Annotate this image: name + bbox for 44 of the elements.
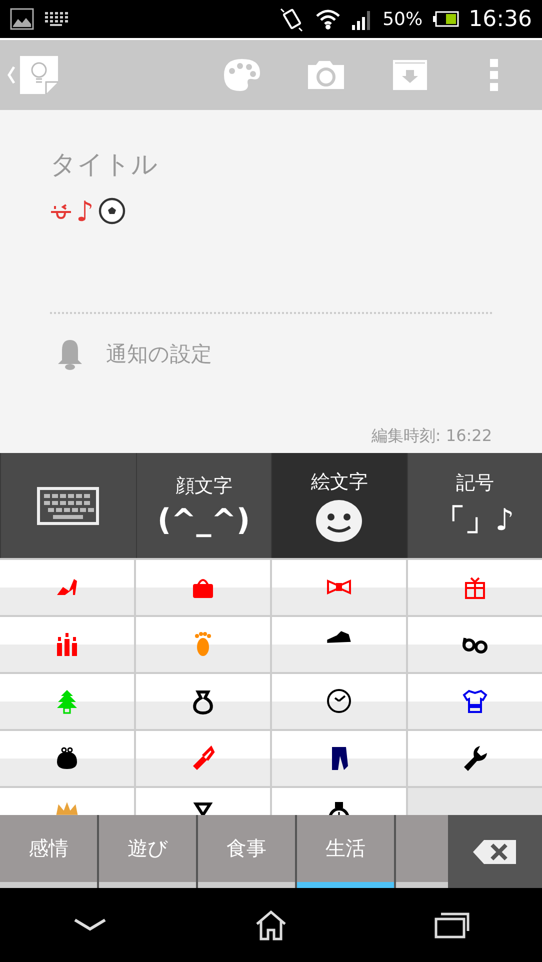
keyboard-icon bbox=[44, 12, 68, 26]
category-tab[interactable]: 遊び bbox=[99, 815, 198, 888]
emoji-key[interactable] bbox=[408, 731, 542, 786]
tab-label: 記号 bbox=[456, 471, 494, 496]
vibrate-icon bbox=[278, 6, 305, 32]
tab-glyph: (^_^) bbox=[157, 503, 250, 538]
camera-icon bbox=[306, 59, 346, 91]
category-tab[interactable]: 感情 bbox=[0, 815, 99, 888]
image-icon bbox=[10, 8, 34, 30]
clock-time: 16:36 bbox=[468, 6, 532, 32]
emoji-key[interactable] bbox=[0, 731, 134, 786]
note-lightbulb-icon bbox=[18, 54, 60, 96]
home-icon bbox=[254, 909, 288, 941]
music-note-text: ♪ bbox=[76, 194, 94, 228]
chevron-down-icon bbox=[73, 918, 108, 932]
backspace-icon bbox=[472, 838, 518, 866]
tab-label: 絵文字 bbox=[310, 470, 368, 494]
keyboard-icon bbox=[37, 486, 100, 524]
chevron-left-icon bbox=[6, 65, 16, 85]
palette-icon bbox=[222, 57, 262, 93]
input-mode-tab[interactable]: 絵文字 bbox=[271, 453, 406, 558]
signal-icon bbox=[350, 8, 373, 30]
title-field[interactable]: タイトル bbox=[50, 150, 350, 180]
archive-icon bbox=[391, 58, 429, 92]
category-tab[interactable]: 生活 bbox=[297, 815, 396, 888]
bell-icon bbox=[56, 338, 84, 370]
emoji-key[interactable] bbox=[272, 731, 406, 786]
emoji-key[interactable] bbox=[136, 674, 270, 729]
wifi-icon bbox=[314, 8, 341, 30]
emoji-key[interactable] bbox=[272, 674, 406, 729]
emoji-key[interactable] bbox=[408, 617, 542, 672]
smiley-icon bbox=[315, 498, 364, 542]
menu-icon bbox=[490, 59, 498, 91]
tab-glyph: 「」♪ bbox=[435, 502, 514, 540]
category-tab[interactable]: 食事 bbox=[198, 815, 297, 888]
tab-label: 顔文字 bbox=[175, 474, 232, 499]
battery-icon bbox=[432, 11, 459, 27]
reminder-button[interactable]: 通知の設定 bbox=[50, 334, 218, 374]
edited-time: 編集時刻: 16:22 bbox=[371, 426, 492, 447]
emoji-key[interactable] bbox=[408, 674, 542, 729]
recent-apps-icon bbox=[434, 911, 470, 939]
emoji-key[interactable] bbox=[272, 617, 406, 672]
battery-percent: 50% bbox=[382, 8, 423, 30]
backspace-button[interactable] bbox=[448, 815, 542, 888]
